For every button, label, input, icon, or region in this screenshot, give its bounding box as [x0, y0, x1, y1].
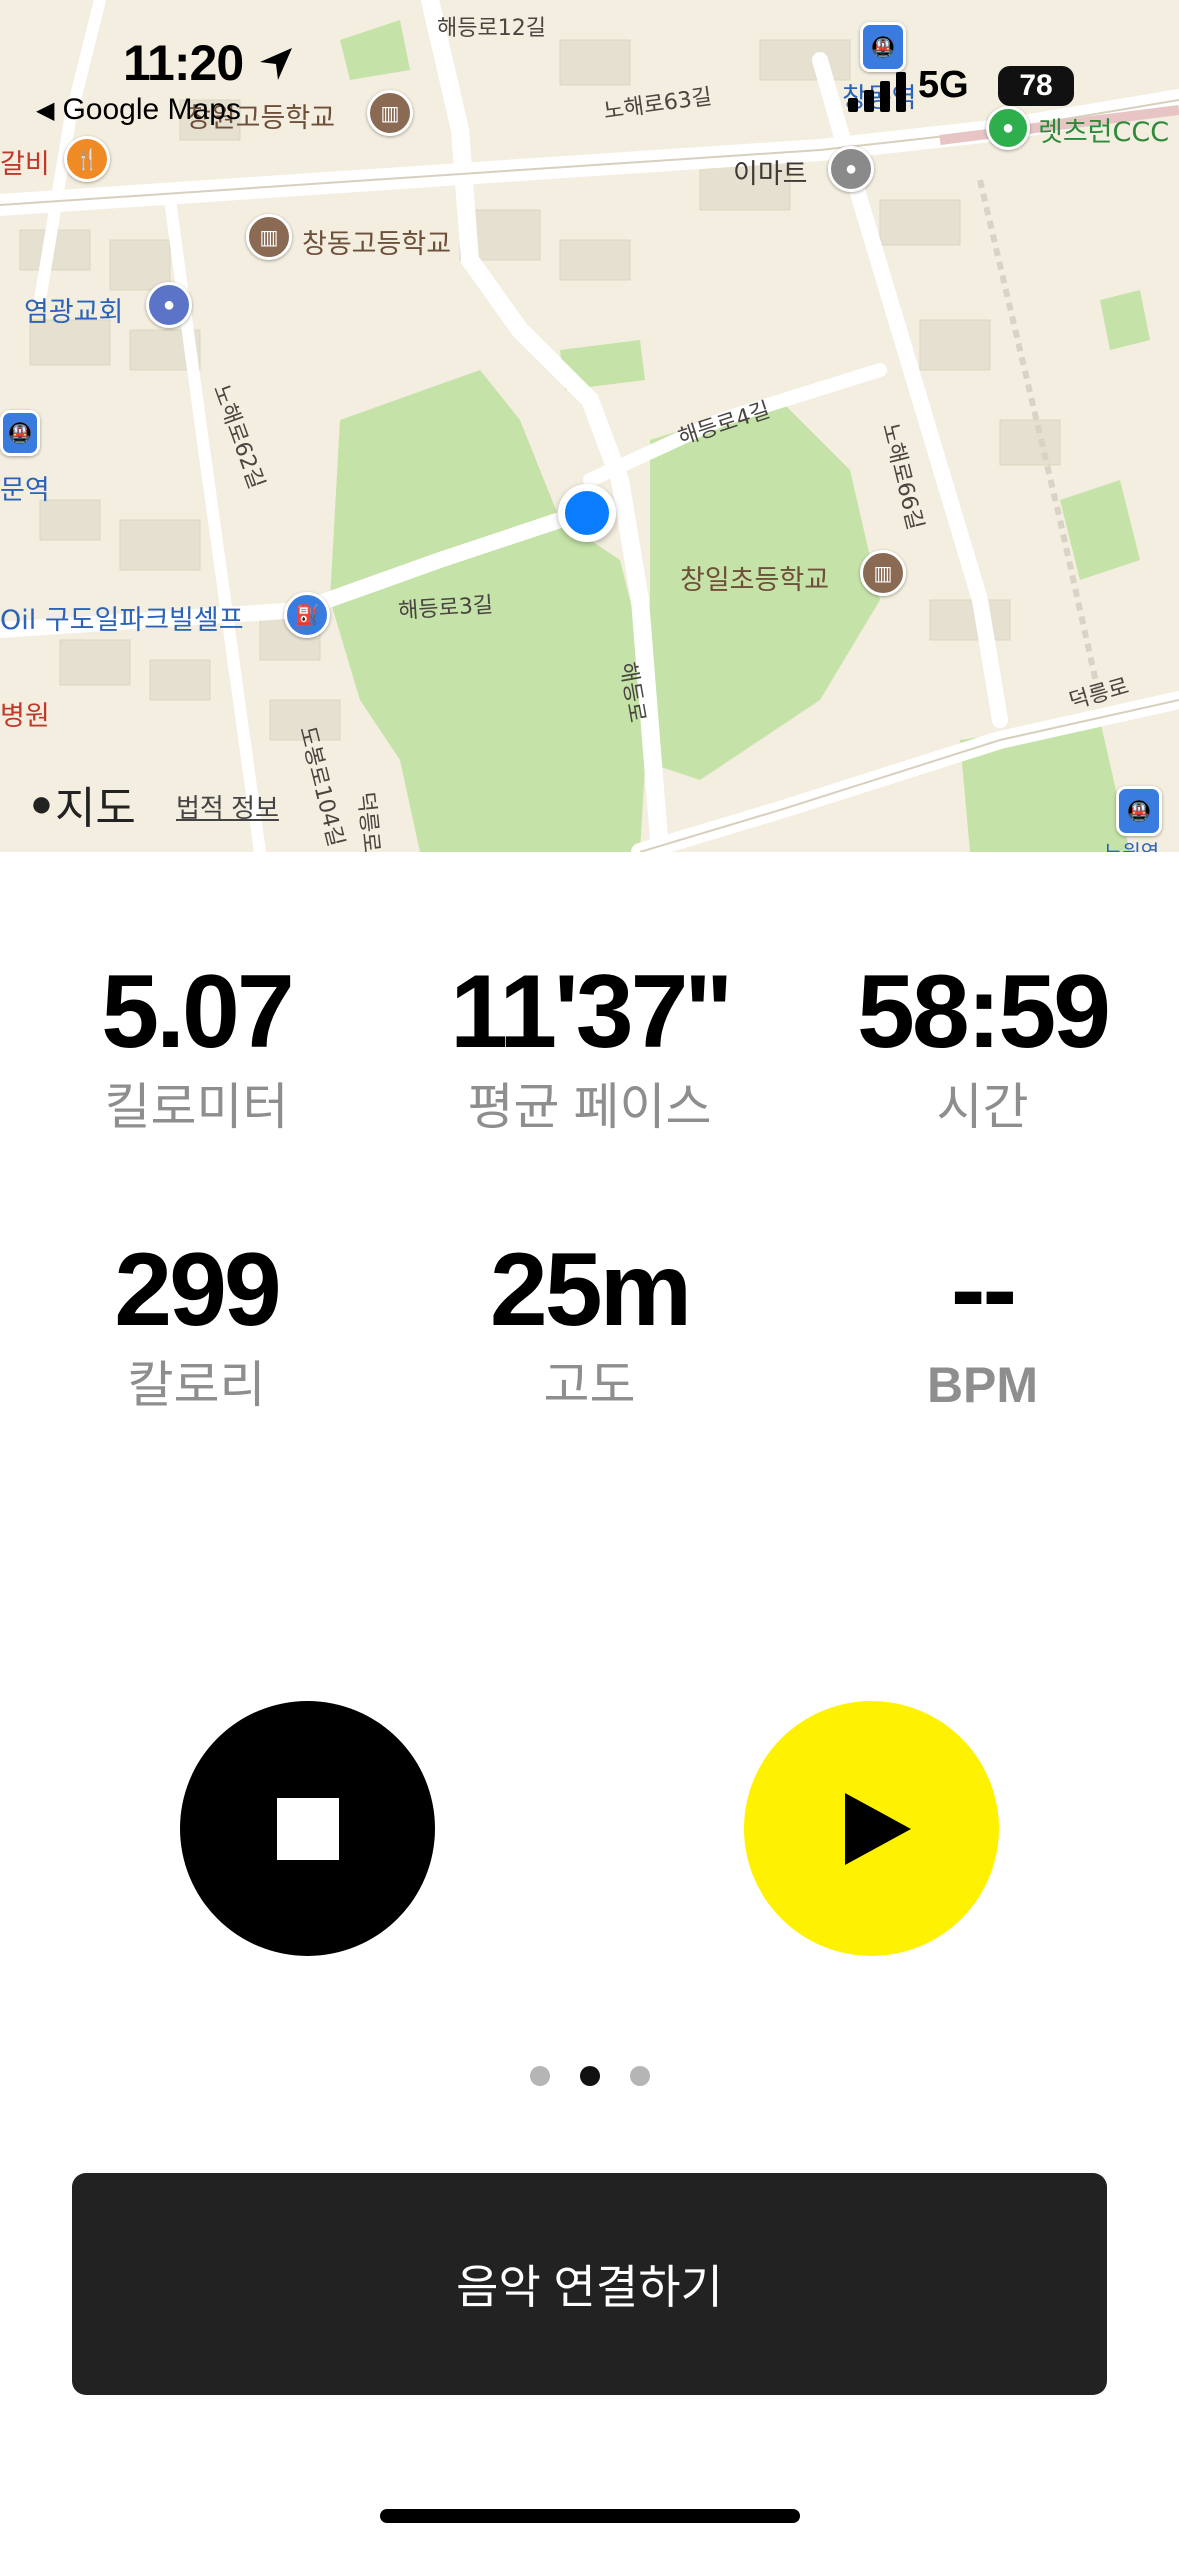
- stat-time: 58:59 시간: [786, 960, 1179, 1132]
- stat-distance: 5.07 킬로미터: [0, 960, 393, 1132]
- altitude-value: 25m: [489, 1232, 692, 1348]
- home-indicator[interactable]: [380, 2509, 800, 2523]
- page-dot[interactable]: [529, 2066, 550, 2086]
- changil-pin-icon[interactable]: ▥: [860, 550, 906, 596]
- battery-indicator: 78: [998, 66, 1074, 106]
- changdong-high-pin-icon[interactable]: ▥: [246, 214, 292, 260]
- distance-label: 킬로미터: [104, 1079, 289, 1135]
- apple-logo-icon: ●: [30, 782, 53, 825]
- map-label-changdong-high[interactable]: 창동고등학교: [302, 222, 451, 261]
- time-label: 시간: [936, 1079, 1029, 1135]
- apple-maps-attribution: ● 지도: [30, 772, 136, 836]
- stat-pace: 11'37'' 평균 페이스: [393, 960, 786, 1132]
- heart-rate-label: BPM: [926, 1357, 1039, 1413]
- map-label-hospital[interactable]: 병원: [0, 694, 50, 733]
- map-label-road3: 해등로3길: [397, 592, 494, 625]
- connect-music-button[interactable]: 음악 연결하기: [72, 2173, 1107, 2395]
- heart-rate-value: --: [950, 1232, 1017, 1348]
- status-time: 11:20: [123, 34, 296, 92]
- stop-icon: [276, 1797, 339, 1860]
- stop-button[interactable]: [180, 1701, 435, 1956]
- map-label-lets-run[interactable]: 렛츠런CCC: [1038, 110, 1169, 149]
- map-view[interactable]: 해등로12길 노해로63길 이마트 ● 창원고등학교 ▥ 갈비 🍴 ▥ 창동고등…: [0, 0, 1179, 852]
- distance-value: 5.07: [101, 954, 294, 1070]
- stat-calories: 299 칼로리: [0, 1238, 393, 1410]
- map-label-church[interactable]: 염광교회: [24, 290, 123, 329]
- station-left-pin-icon[interactable]: 🚇: [0, 410, 40, 456]
- map-label-changil[interactable]: 창일초등학교: [680, 558, 829, 597]
- station-top-pin-icon[interactable]: 🚇: [860, 22, 906, 72]
- stat-altitude: 25m 고도: [393, 1238, 786, 1410]
- status-time-text: 11:20: [123, 35, 244, 91]
- play-icon: [844, 1792, 911, 1865]
- page-dot-active[interactable]: [579, 2066, 600, 2086]
- back-arrow-icon: ◀: [36, 96, 55, 124]
- stat-heart-rate: -- BPM: [786, 1238, 1179, 1410]
- map-label-station-bottom[interactable]: 노원역: [1104, 836, 1159, 852]
- page-indicator: [0, 2066, 1179, 2086]
- calories-label: 칼로리: [127, 1357, 266, 1413]
- altitude-label: 고도: [543, 1357, 636, 1413]
- current-location-icon: [558, 484, 616, 542]
- network-type: 5G: [918, 64, 969, 106]
- map-label-road12: 해등로12길: [437, 16, 546, 41]
- back-app-label: Google Maps: [62, 93, 241, 126]
- gas-station-pin-icon[interactable]: ⛽: [284, 592, 330, 638]
- location-arrow-icon: [260, 48, 293, 80]
- map-label-dobong-bottom: 덕릉로: [352, 790, 384, 852]
- connect-music-label: 음악 연결하기: [456, 2261, 723, 2313]
- emart-pin-icon[interactable]: ●: [828, 146, 874, 192]
- signal-icon: [848, 72, 906, 112]
- map-label-galbi[interactable]: 갈비: [0, 142, 50, 181]
- restaurant-pin-icon[interactable]: 🍴: [64, 136, 110, 182]
- park-pin-icon[interactable]: ●: [986, 106, 1030, 150]
- page-dot[interactable]: [629, 2066, 650, 2086]
- time-value: 58:59: [857, 954, 1111, 1070]
- resume-button[interactable]: [744, 1701, 999, 1956]
- calories-value: 299: [114, 1232, 282, 1348]
- station-bottom-pin-icon[interactable]: 🚇: [1116, 786, 1162, 836]
- map-label-oil[interactable]: Oil 구도일파크빌셀프: [0, 598, 244, 637]
- church-pin-icon[interactable]: ●: [146, 282, 192, 328]
- school-top-pin-icon[interactable]: ▥: [367, 90, 413, 136]
- map-label-station-left[interactable]: 문역: [0, 468, 50, 507]
- back-to-app-link[interactable]: ◀ Google Maps: [36, 93, 241, 127]
- pace-label: 평균 페이스: [467, 1079, 712, 1135]
- maps-attribution-text: 지도: [54, 784, 136, 833]
- legal-link[interactable]: 법적 정보: [176, 788, 279, 825]
- pace-value: 11'37'': [450, 954, 732, 1070]
- map-label-emart[interactable]: 이마트: [733, 152, 808, 191]
- battery-level: 78: [1019, 69, 1053, 102]
